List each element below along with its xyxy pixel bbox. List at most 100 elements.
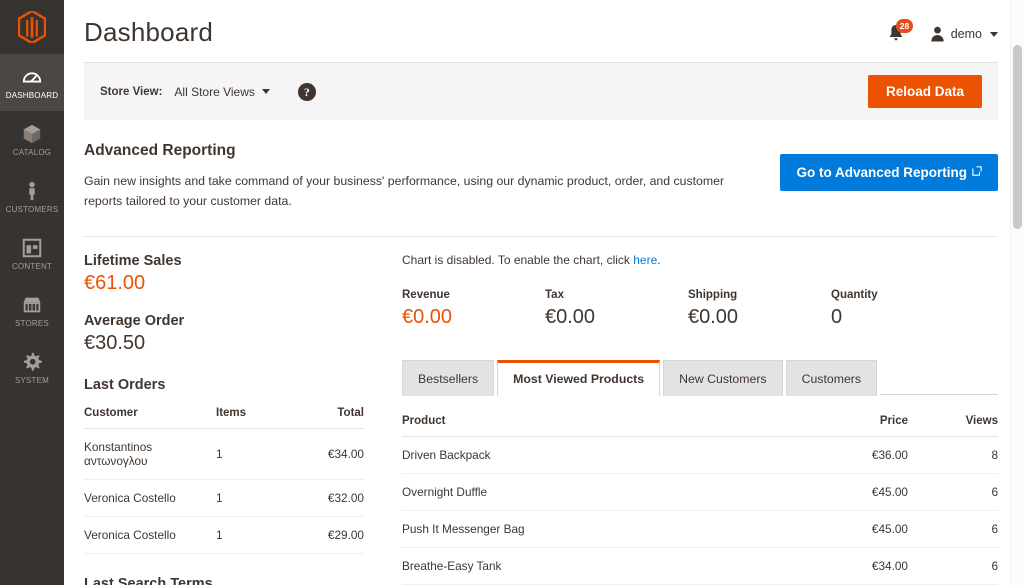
cell-customer: Veronica Costello	[84, 516, 216, 553]
primary-sidebar: DASHBOARD CATALOG CUSTOMERS CONTENT	[0, 0, 64, 585]
sidebar-item-stores[interactable]: STORES	[0, 282, 64, 339]
table-row[interactable]: Breathe-Easy Tank €34.00 6	[402, 547, 998, 584]
sidebar-item-catalog[interactable]: CATALOG	[0, 111, 64, 168]
sidebar-item-label: DASHBOARD	[6, 91, 58, 100]
chart-note-suffix: .	[657, 253, 660, 267]
column-header-customer: Customer	[84, 401, 216, 429]
advanced-reporting-text: Advanced Reporting Gain new insights and…	[84, 142, 750, 212]
table-row[interactable]: Veronica Costello 1 €32.00	[84, 479, 364, 516]
reload-data-button[interactable]: Reload Data	[868, 75, 982, 108]
cell-customer: Konstantinos αντωνογλου	[84, 428, 216, 479]
box-icon	[21, 123, 43, 145]
cell-product: Overnight Duffle	[402, 473, 798, 510]
store-view-value: All Store Views	[174, 85, 254, 99]
sidebar-item-label: CUSTOMERS	[6, 205, 59, 214]
total-value: €0.00	[545, 306, 688, 329]
sidebar-item-label: STORES	[15, 319, 49, 328]
cell-items: 1	[216, 428, 294, 479]
notifications-button[interactable]: 28	[888, 24, 910, 44]
dashboard-columns: Lifetime Sales €61.00 Average Order €30.…	[84, 237, 998, 585]
layout-icon	[21, 237, 43, 259]
chart-disabled-note: Chart is disabled. To enable the chart, …	[402, 253, 998, 267]
sidebar-item-content[interactable]: CONTENT	[0, 225, 64, 282]
sidebar-item-label: SYSTEM	[15, 376, 49, 385]
column-header-views: Views	[908, 409, 998, 437]
sidebar-item-dashboard[interactable]: DASHBOARD	[0, 54, 64, 111]
total-quantity: Quantity 0	[831, 289, 974, 329]
total-label: Shipping	[688, 289, 831, 301]
lifetime-sales-value: €61.00	[84, 272, 364, 295]
table-row[interactable]: Push It Messenger Bag €45.00 6	[402, 510, 998, 547]
tab-customers[interactable]: Customers	[786, 360, 877, 396]
user-menu[interactable]: demo	[930, 26, 998, 42]
go-to-advanced-reporting-button[interactable]: Go to Advanced Reporting	[780, 154, 998, 191]
column-header-total: Total	[294, 401, 364, 429]
total-value: 0	[831, 306, 974, 329]
table-row[interactable]: Driven Backpack €36.00 8	[402, 436, 998, 473]
external-link-icon	[972, 166, 982, 176]
lifetime-sales-block: Lifetime Sales €61.00	[84, 253, 364, 295]
total-revenue: Revenue €0.00	[402, 289, 545, 329]
last-search-terms-title: Last Search Terms	[84, 576, 364, 585]
cell-customer: Veronica Costello	[84, 479, 216, 516]
table-header-row: Customer Items Total	[84, 401, 364, 429]
total-label: Quantity	[831, 289, 974, 301]
lifetime-sales-label: Lifetime Sales	[84, 253, 364, 269]
sidebar-item-customers[interactable]: CUSTOMERS	[0, 168, 64, 225]
magento-logo[interactable]	[0, 0, 64, 54]
total-label: Revenue	[402, 289, 545, 301]
average-order-label: Average Order	[84, 313, 364, 329]
cell-views: 8	[908, 436, 998, 473]
store-view-bar: Store View: All Store Views ? Reload Dat…	[84, 62, 998, 120]
tab-most-viewed-products[interactable]: Most Viewed Products	[497, 360, 660, 396]
help-icon[interactable]: ?	[298, 83, 316, 101]
page-scrollbar[interactable]	[1010, 0, 1024, 585]
store-view-group: Store View: All Store Views ?	[100, 83, 316, 101]
user-avatar-icon	[930, 26, 945, 42]
last-orders-table: Customer Items Total Konstantinos αντωνο…	[84, 401, 364, 554]
table-row[interactable]: Veronica Costello 1 €29.00	[84, 516, 364, 553]
advanced-reporting-description: Gain new insights and take command of yo…	[84, 171, 750, 212]
admin-dashboard-page: DASHBOARD CATALOG CUSTOMERS CONTENT	[0, 0, 1024, 585]
column-header-items: Items	[216, 401, 294, 429]
total-label: Tax	[545, 289, 688, 301]
cell-views: 6	[908, 510, 998, 547]
user-name-label: demo	[951, 27, 982, 41]
cell-product: Breathe-Easy Tank	[402, 547, 798, 584]
column-header-price: Price	[798, 409, 908, 437]
tabs-underline	[880, 394, 998, 395]
sidebar-item-label: CONTENT	[12, 262, 52, 271]
notification-count-badge: 28	[896, 19, 913, 33]
cell-items: 1	[216, 516, 294, 553]
tab-bestsellers[interactable]: Bestsellers	[402, 360, 494, 396]
tab-new-customers[interactable]: New Customers	[663, 360, 782, 396]
store-view-select[interactable]: All Store Views	[174, 85, 269, 99]
header-actions: 28 demo	[888, 18, 998, 44]
table-row[interactable]: Konstantinos αντωνογλου 1 €34.00	[84, 428, 364, 479]
total-value: €0.00	[402, 306, 545, 329]
column-header-product: Product	[402, 409, 798, 437]
total-value: €0.00	[688, 306, 831, 329]
person-icon	[21, 180, 43, 202]
dashboard-right-column: Chart is disabled. To enable the chart, …	[384, 253, 998, 585]
total-tax: Tax €0.00	[545, 289, 688, 329]
sidebar-item-label: CATALOG	[13, 148, 51, 157]
chart-note-prefix: Chart is disabled. To enable the chart, …	[402, 253, 633, 267]
gear-icon	[21, 351, 43, 373]
sidebar-item-system[interactable]: SYSTEM	[0, 339, 64, 396]
most-viewed-products-panel: Product Price Views Driven Backpack €36.…	[402, 395, 998, 585]
page-scrollbar-thumb[interactable]	[1013, 45, 1022, 229]
cell-views: 6	[908, 547, 998, 584]
enable-chart-link[interactable]: here	[633, 253, 657, 267]
magento-logo-icon	[18, 11, 46, 43]
cell-total: €34.00	[294, 428, 364, 479]
cell-views: 6	[908, 473, 998, 510]
advanced-reporting-section: Advanced Reporting Gain new insights and…	[84, 120, 998, 236]
storefront-icon	[21, 294, 43, 316]
page-title: Dashboard	[84, 18, 213, 47]
gauge-icon	[21, 66, 43, 88]
cell-price: €36.00	[798, 436, 908, 473]
table-row[interactable]: Overnight Duffle €45.00 6	[402, 473, 998, 510]
dashboard-left-column: Lifetime Sales €61.00 Average Order €30.…	[84, 253, 384, 585]
cell-price: €45.00	[798, 473, 908, 510]
